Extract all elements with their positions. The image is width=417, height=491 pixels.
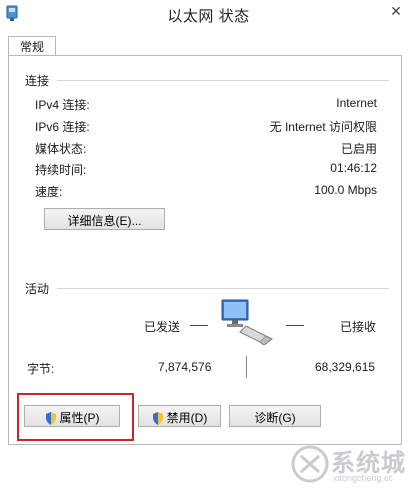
watermark: 系统城 xitongcheng.cc bbox=[291, 443, 411, 487]
uac-shield-icon bbox=[152, 412, 163, 426]
title-bar: 以太网 状态 ✕ bbox=[0, 0, 417, 30]
tab-strip: 常规 bbox=[0, 30, 417, 57]
speed-value: 100.0 Mbps bbox=[314, 183, 377, 197]
disable-button[interactable]: 禁用(D) bbox=[138, 405, 221, 427]
close-button[interactable]: ✕ bbox=[381, 0, 411, 22]
ipv6-label: IPv6 连接: bbox=[35, 120, 90, 134]
bytes-sent-value: 7,874,576 bbox=[158, 360, 212, 374]
details-button[interactable]: 详细信息(E)... bbox=[44, 208, 165, 230]
bytes-divider bbox=[246, 356, 247, 378]
highlight-box bbox=[17, 393, 134, 441]
activity-separator bbox=[57, 288, 389, 289]
bytes-label: 字节: bbox=[27, 362, 55, 376]
ipv6-value: 无 Internet 访问权限 bbox=[269, 120, 377, 134]
watermark-url: xitongcheng.cc bbox=[333, 473, 394, 483]
general-panel bbox=[8, 55, 402, 445]
received-dash bbox=[286, 325, 304, 326]
network-computer-icon bbox=[221, 299, 273, 346]
activity-heading: 活动 bbox=[25, 282, 50, 296]
bytes-received-value: 68,329,615 bbox=[315, 360, 376, 374]
watermark-logo-icon bbox=[291, 445, 329, 483]
tab-general[interactable]: 常规 bbox=[8, 36, 56, 57]
diagnose-button[interactable]: 诊断(G) bbox=[229, 405, 321, 427]
duration-label: 持续时间: bbox=[35, 163, 87, 177]
ipv4-value: Internet bbox=[336, 96, 377, 110]
sent-label: 已发送 bbox=[144, 320, 181, 334]
window-title: 以太网 状态 bbox=[167, 8, 250, 25]
ipv4-label: IPv4 连接: bbox=[35, 98, 90, 112]
duration-value: 01:46:12 bbox=[330, 161, 377, 175]
speed-label: 速度: bbox=[35, 185, 63, 199]
disable-label: 禁用(D) bbox=[166, 411, 208, 425]
connection-separator bbox=[57, 80, 389, 81]
sent-dash bbox=[190, 325, 208, 326]
media-state-value: 已启用 bbox=[340, 142, 377, 156]
received-label: 已接收 bbox=[340, 320, 377, 334]
connection-heading: 连接 bbox=[25, 74, 50, 88]
media-state-label: 媒体状态: bbox=[35, 142, 87, 156]
